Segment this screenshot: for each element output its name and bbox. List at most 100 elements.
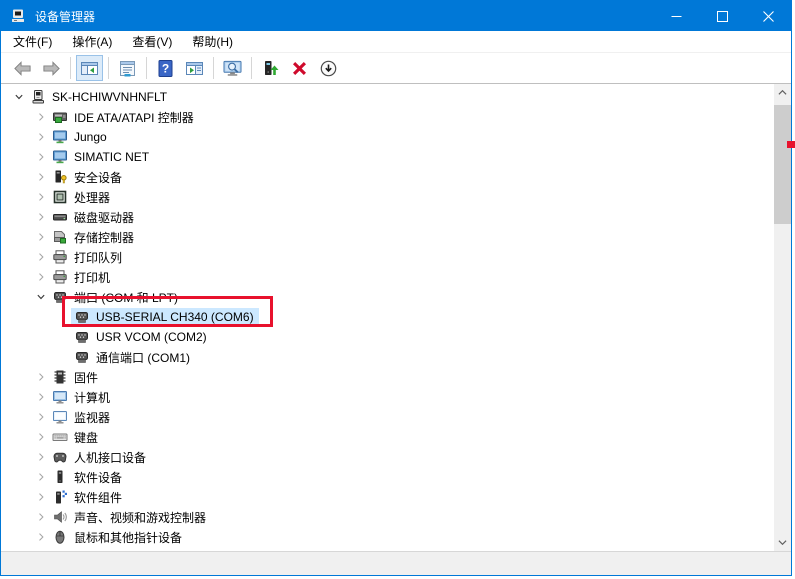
tree-item-label: 处理器 <box>74 189 110 206</box>
tree-item[interactable]: 声音、视频和游戏控制器 <box>1 507 774 527</box>
tree-item[interactable]: 软件组件 <box>1 487 774 507</box>
chevron-right-icon[interactable] <box>33 409 49 425</box>
forward-button[interactable] <box>38 55 65 81</box>
action-pane-icon <box>185 59 204 78</box>
toolbar: ? <box>1 52 791 84</box>
device-manager-icon <box>10 8 26 24</box>
ide-controller-icon <box>52 109 68 125</box>
tree-item[interactable]: 人机接口设备 <box>1 447 774 467</box>
printer-icon <box>52 269 68 285</box>
tree-item[interactable]: 通信端口 (COM1) <box>1 347 774 367</box>
tree-item[interactable]: IDE ATA/ATAPI 控制器 <box>1 107 774 127</box>
mouse-icon <box>52 529 68 545</box>
tree-item[interactable]: 计算机 <box>1 387 774 407</box>
tree-item[interactable]: USR VCOM (COM2) <box>1 327 774 347</box>
tree-item[interactable]: USB-SERIAL CH340 (COM6) <box>1 307 774 327</box>
device-adapter-icon <box>52 149 68 165</box>
chevron-spacer <box>55 329 71 345</box>
chevron-right-icon[interactable] <box>33 449 49 465</box>
help-icon: ? <box>156 59 175 78</box>
disable-device-button[interactable] <box>315 55 342 81</box>
minimize-icon <box>671 11 682 22</box>
chevron-right-icon[interactable] <box>33 229 49 245</box>
keyboard-icon <box>52 429 68 445</box>
action-pane-button[interactable] <box>181 55 208 81</box>
scan-hardware-changes-button[interactable] <box>219 55 246 81</box>
vertical-scrollbar[interactable] <box>774 84 791 551</box>
toolbar-separator <box>146 57 147 79</box>
update-driver-button[interactable] <box>257 55 284 81</box>
chevron-right-icon[interactable] <box>33 269 49 285</box>
chevron-right-icon[interactable] <box>33 389 49 405</box>
chevron-right-icon[interactable] <box>33 209 49 225</box>
properties-button[interactable] <box>114 55 141 81</box>
computer-category-icon <box>52 389 68 405</box>
tree-item[interactable]: 软件设备 <box>1 467 774 487</box>
menu-view[interactable]: 查看(V) <box>122 31 182 52</box>
tree-item[interactable]: 打印机 <box>1 267 774 287</box>
tree-item[interactable]: 端口 (COM 和 LPT) <box>1 287 774 307</box>
tree-item-label: 监视器 <box>74 409 110 426</box>
tree-item[interactable]: 存储控制器 <box>1 227 774 247</box>
maximize-icon <box>717 11 728 22</box>
tree-item[interactable]: SK-HCHIWVNHNFLT <box>1 87 774 107</box>
minimize-button[interactable] <box>653 1 699 31</box>
chevron-right-icon[interactable] <box>33 369 49 385</box>
close-button[interactable] <box>745 1 791 31</box>
tree-item-label: SK-HCHIWVNHNFLT <box>52 90 167 104</box>
tree-item[interactable]: 处理器 <box>1 187 774 207</box>
tree-item[interactable]: SIMATIC NET <box>1 147 774 167</box>
tree-item-label: 打印机 <box>74 269 110 286</box>
scrollbar-thumb[interactable] <box>774 105 791 224</box>
chevron-right-icon[interactable] <box>33 149 49 165</box>
software-component-icon <box>52 489 68 505</box>
menu-file[interactable]: 文件(F) <box>3 31 62 52</box>
chevron-right-icon[interactable] <box>33 469 49 485</box>
annotation-mark <box>787 141 795 148</box>
back-button[interactable] <box>9 55 36 81</box>
chevron-right-icon[interactable] <box>33 189 49 205</box>
show-console-tree-button[interactable] <box>76 55 103 81</box>
maximize-button[interactable] <box>699 1 745 31</box>
processor-icon <box>52 189 68 205</box>
tree-item-label: 声音、视频和游戏控制器 <box>74 509 206 526</box>
chevron-right-icon[interactable] <box>33 529 49 545</box>
chevron-right-icon[interactable] <box>33 249 49 265</box>
tree-item[interactable]: 监视器 <box>1 407 774 427</box>
update-driver-icon <box>261 59 280 78</box>
scroll-up-button[interactable] <box>774 84 791 101</box>
menu-action[interactable]: 操作(A) <box>62 31 122 52</box>
device-manager-window: 设备管理器 文件(F) 操作(A) 查看(V) 帮助(H) ? SK-HCHIW… <box>0 0 792 576</box>
toolbar-separator <box>251 57 252 79</box>
tree-item[interactable]: 键盘 <box>1 427 774 447</box>
chevron-right-icon[interactable] <box>33 429 49 445</box>
chevron-right-icon[interactable] <box>33 509 49 525</box>
uninstall-icon <box>290 59 309 78</box>
tree-item-label: Jungo <box>74 130 107 144</box>
tree-item[interactable]: 固件 <box>1 367 774 387</box>
tree-item-label: 磁盘驱动器 <box>74 209 134 226</box>
tree-item[interactable]: Jungo <box>1 127 774 147</box>
serial-port-icon <box>74 309 90 325</box>
tree-item[interactable]: 磁盘驱动器 <box>1 207 774 227</box>
tree-item[interactable]: 打印队列 <box>1 247 774 267</box>
back-icon <box>13 59 32 78</box>
chevron-right-icon[interactable] <box>33 129 49 145</box>
close-icon <box>763 11 774 22</box>
tree-item[interactable]: 安全设备 <box>1 167 774 187</box>
chevron-right-icon[interactable] <box>33 169 49 185</box>
help-button[interactable]: ? <box>152 55 179 81</box>
device-adapter-icon <box>52 129 68 145</box>
tree-item-label: 安全设备 <box>74 169 122 186</box>
tree-item[interactable]: 鼠标和其他指针设备 <box>1 527 774 547</box>
tree-item-label: 软件设备 <box>74 469 122 486</box>
uninstall-device-button[interactable] <box>286 55 313 81</box>
chevron-down-icon[interactable] <box>33 289 49 305</box>
menu-help[interactable]: 帮助(H) <box>182 31 243 52</box>
chevron-right-icon[interactable] <box>33 109 49 125</box>
title-bar[interactable]: 设备管理器 <box>1 1 791 31</box>
chevron-down-icon[interactable] <box>11 89 27 105</box>
tree-item-label: USR VCOM (COM2) <box>96 330 207 344</box>
chevron-right-icon[interactable] <box>33 489 49 505</box>
scroll-down-button[interactable] <box>774 534 791 551</box>
